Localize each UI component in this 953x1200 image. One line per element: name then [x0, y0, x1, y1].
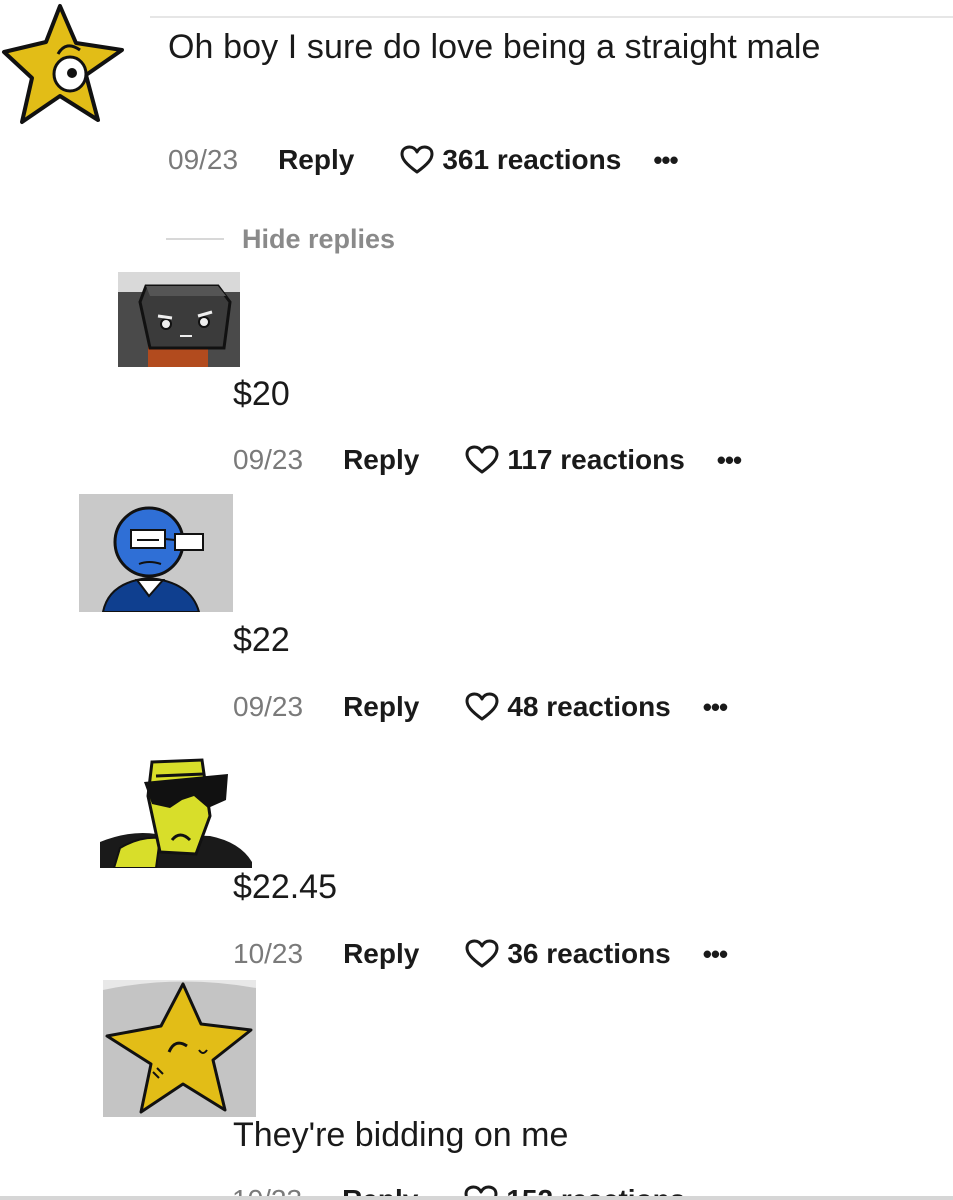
- hide-replies-line: [166, 238, 224, 240]
- hide-replies-label: Hide replies: [242, 223, 396, 254]
- blue-ball-avatar-icon: [79, 494, 233, 612]
- more-options-icon[interactable]: •••: [653, 145, 678, 176]
- reactions-count: 48 reactions: [507, 691, 671, 722]
- reply-button[interactable]: Reply: [343, 938, 419, 970]
- avatar-reply-1[interactable]: [118, 272, 240, 367]
- reply-2-meta: 09/23 Reply 48 reactions •••: [233, 687, 728, 727]
- avatar-reply-2[interactable]: [79, 494, 233, 612]
- reply-3-meta: 10/23 Reply 36 reactions •••: [233, 934, 728, 974]
- more-options-icon[interactable]: •••: [703, 939, 728, 970]
- reply-4-text: They're bidding on me: [233, 1116, 569, 1154]
- avatar-main-star[interactable]: [0, 0, 130, 130]
- more-options-icon[interactable]: •••: [703, 692, 728, 723]
- reactions-count: 361 reactions: [442, 144, 622, 175]
- comment-date: 09/23: [233, 691, 304, 722]
- comment-date: 09/23: [233, 444, 304, 475]
- reply-button[interactable]: Reply: [343, 444, 419, 476]
- brick-avatar-icon: [118, 272, 240, 367]
- reply-button[interactable]: Reply: [343, 691, 419, 723]
- main-comment-text: Oh boy I sure do love being a straight m…: [168, 28, 821, 66]
- bottom-edge: [0, 1196, 953, 1200]
- reactions-count: 117 reactions: [507, 444, 685, 475]
- reply-2-text: $22: [233, 621, 290, 659]
- heart-outline-icon: [465, 939, 499, 968]
- sunglasses-avatar-icon: [100, 756, 252, 868]
- reply-button[interactable]: Reply: [278, 144, 354, 176]
- top-divider: [150, 16, 953, 18]
- hide-replies-button[interactable]: Hide replies: [166, 222, 395, 256]
- reply-1-meta: 09/23 Reply 117 reactions •••: [233, 440, 742, 480]
- comment-date: 10/23: [233, 938, 304, 969]
- avatar-reply-4[interactable]: [103, 980, 256, 1117]
- reactions-count: 36 reactions: [507, 938, 671, 969]
- main-comment-meta: 09/23 Reply 361 reactions •••: [168, 140, 679, 180]
- star-avatar-icon: [2, 4, 124, 124]
- more-options-icon[interactable]: •••: [717, 445, 742, 476]
- star-sleepy-avatar-icon: [103, 980, 256, 1117]
- reply-1-text: $20: [233, 375, 290, 413]
- reactions-button[interactable]: 48 reactions: [465, 691, 671, 723]
- heart-outline-icon: [400, 145, 434, 174]
- avatar-reply-3[interactable]: [100, 756, 252, 868]
- heart-outline-icon: [465, 692, 499, 721]
- reply-3-text: $22.45: [233, 868, 337, 906]
- heart-outline-icon: [465, 445, 499, 474]
- reactions-button[interactable]: 361 reactions: [400, 144, 621, 176]
- comment-date: 09/23: [168, 144, 239, 175]
- reactions-button[interactable]: 36 reactions: [465, 938, 671, 970]
- reactions-button[interactable]: 117 reactions: [465, 444, 685, 476]
